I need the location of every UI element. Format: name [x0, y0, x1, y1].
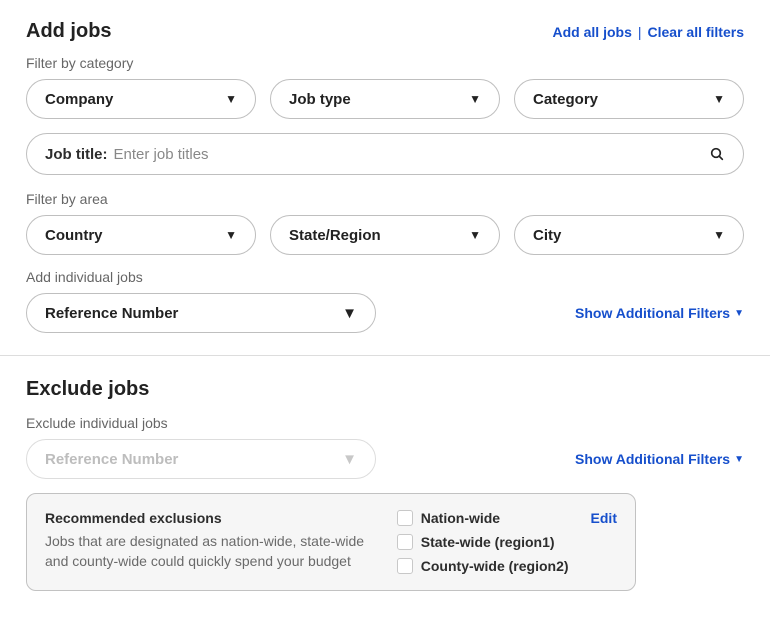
city-dropdown[interactable]: City ▼	[514, 215, 744, 255]
job-title-search[interactable]: Job title:	[26, 133, 744, 175]
chevron-down-icon: ▼	[225, 228, 237, 242]
state-region-dropdown-label: State/Region	[289, 227, 381, 244]
add-jobs-title: Add jobs	[26, 20, 112, 43]
exclude-reference-number-dropdown[interactable]: Reference Number ▼	[26, 439, 376, 479]
recommended-exclusions-title: Recommended exclusions	[45, 510, 375, 526]
country-dropdown[interactable]: Country ▼	[26, 215, 256, 255]
add-reference-number-dropdown[interactable]: Reference Number ▼	[26, 293, 376, 333]
city-dropdown-label: City	[533, 227, 561, 244]
job-title-input[interactable]	[114, 146, 704, 163]
search-icon	[709, 146, 725, 162]
exclude-jobs-title: Exclude jobs	[26, 378, 744, 401]
add-individual-jobs-label: Add individual jobs	[26, 269, 744, 285]
header-links: Add all jobs | Clear all filters	[553, 24, 744, 40]
recommended-exclusions-desc: Jobs that are designated as nation-wide,…	[45, 532, 375, 571]
exclude-show-additional-filters[interactable]: Show Additional Filters ▼	[575, 451, 744, 467]
chevron-down-icon: ▼	[225, 92, 237, 106]
chevron-down-icon: ▼	[713, 92, 725, 106]
exclude-individual-jobs-label: Exclude individual jobs	[26, 415, 744, 431]
job-title-prefix: Job title:	[45, 146, 108, 163]
chevron-down-icon: ▼	[713, 228, 725, 242]
edit-exclusions-link[interactable]: Edit	[591, 510, 617, 526]
recommended-exclusions-box: Recommended exclusions Jobs that are des…	[26, 493, 636, 591]
exclusion-state-wide[interactable]: State-wide (region1)	[397, 534, 569, 550]
chevron-down-icon: ▼	[342, 305, 357, 322]
clear-all-filters-link[interactable]: Clear all filters	[648, 24, 745, 40]
show-additional-filters-label: Show Additional Filters	[575, 305, 730, 321]
chevron-down-icon: ▼	[342, 451, 357, 468]
company-dropdown-label: Company	[45, 91, 113, 108]
checkbox-icon[interactable]	[397, 534, 413, 550]
job-type-dropdown[interactable]: Job type ▼	[270, 79, 500, 119]
add-reference-number-label: Reference Number	[45, 305, 178, 322]
exclusion-state-wide-label: State-wide (region1)	[421, 534, 555, 550]
exclusion-county-wide[interactable]: County-wide (region2)	[397, 558, 569, 574]
checkbox-icon[interactable]	[397, 558, 413, 574]
country-dropdown-label: Country	[45, 227, 103, 244]
chevron-down-icon: ▼	[469, 92, 481, 106]
show-additional-filters-label: Show Additional Filters	[575, 451, 730, 467]
category-dropdown-label: Category	[533, 91, 598, 108]
category-dropdown[interactable]: Category ▼	[514, 79, 744, 119]
filter-by-area-label: Filter by area	[26, 191, 744, 207]
exclusion-county-wide-label: County-wide (region2)	[421, 558, 569, 574]
exclusion-nation-wide-label: Nation-wide	[421, 510, 500, 526]
exclusion-nation-wide[interactable]: Nation-wide	[397, 510, 569, 526]
job-type-dropdown-label: Job type	[289, 91, 351, 108]
chevron-down-icon: ▼	[469, 228, 481, 242]
filter-by-category-label: Filter by category	[26, 55, 744, 71]
checkbox-icon[interactable]	[397, 510, 413, 526]
state-region-dropdown[interactable]: State/Region ▼	[270, 215, 500, 255]
exclude-reference-number-label: Reference Number	[45, 451, 178, 468]
add-show-additional-filters[interactable]: Show Additional Filters ▼	[575, 305, 744, 321]
separator: |	[638, 24, 642, 40]
company-dropdown[interactable]: Company ▼	[26, 79, 256, 119]
add-all-jobs-link[interactable]: Add all jobs	[553, 24, 632, 40]
chevron-down-icon: ▼	[734, 308, 744, 319]
section-divider	[0, 355, 770, 356]
chevron-down-icon: ▼	[734, 454, 744, 465]
